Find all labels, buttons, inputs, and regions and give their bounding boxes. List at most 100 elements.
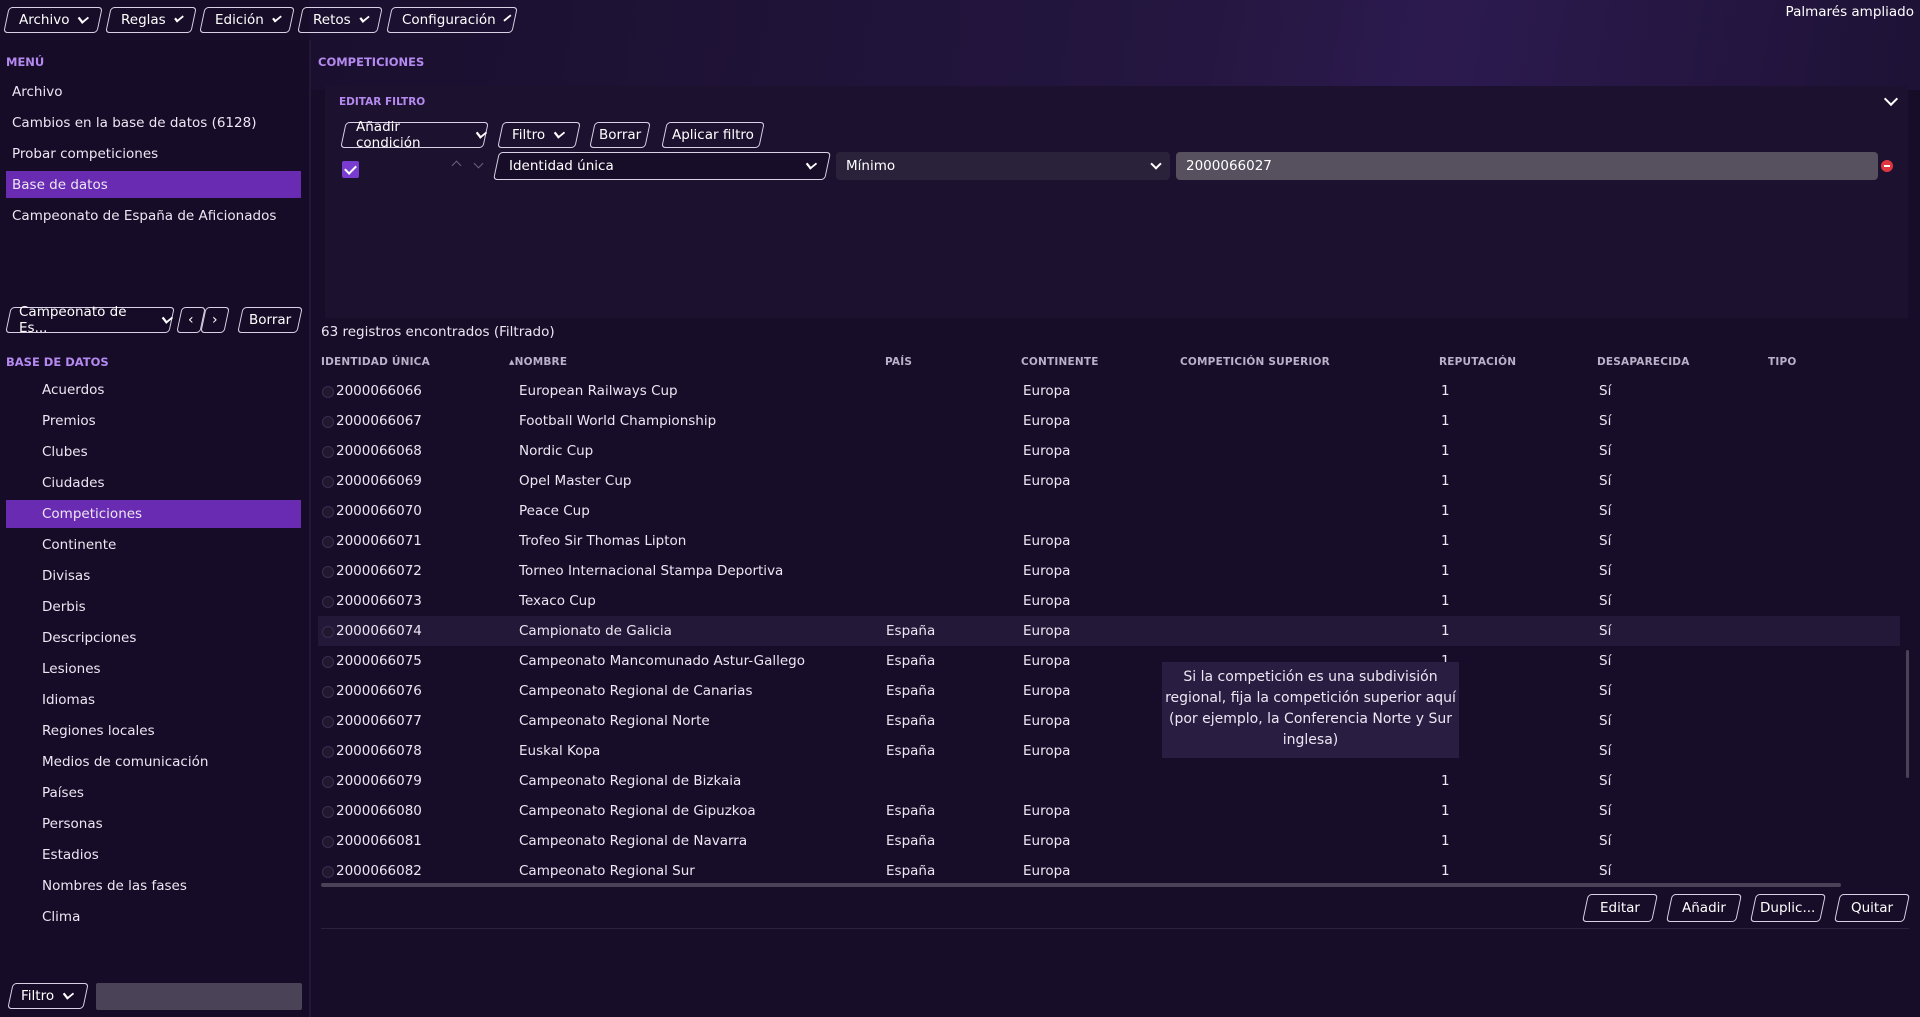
table-row[interactable]: 2000066077 Campeonato Regional Norte Españ…: [318, 706, 1900, 736]
remove-button[interactable]: Quitar: [1834, 894, 1910, 922]
db-item-continente[interactable]: Continente: [6, 531, 301, 559]
db-item-nombres-fases[interactable]: Nombres de las fases: [6, 872, 301, 900]
menu-edicion-button[interactable]: Edición: [199, 7, 295, 33]
table-row[interactable]: 2000066069 Opel Master Cup Europa 1 Sí: [318, 466, 1900, 496]
db-item-estadios[interactable]: Estadios: [6, 841, 301, 869]
table-row[interactable]: 2000066072 Torneo Internacional Stampa De…: [318, 556, 1900, 586]
db-item-descripciones[interactable]: Descripciones: [6, 624, 301, 652]
row-select-radio[interactable]: [322, 776, 334, 788]
table-row[interactable]: 2000066067 Football World Championship Eur…: [318, 406, 1900, 436]
add-condition-button[interactable]: Añadir condición: [340, 119, 489, 151]
nav-clear-button[interactable]: Borrar: [237, 307, 303, 333]
apply-filter-button[interactable]: Aplicar filtro: [661, 122, 765, 148]
col-header-competicion-superior[interactable]: COMPETICIÓN SUPERIOR: [1180, 356, 1330, 368]
cell-id: 2000066075: [336, 653, 422, 669]
table-row[interactable]: 2000066081 Campeonato Regional de Navarra…: [318, 826, 1900, 856]
cell-desaparecida: Sí: [1599, 833, 1612, 849]
db-item-competiciones[interactable]: Competiciones: [6, 500, 301, 528]
db-item-premios[interactable]: Premios: [6, 407, 301, 435]
col-header-pais[interactable]: PAÍS: [885, 356, 912, 368]
col-header-desaparecida[interactable]: DESAPARECIDA: [1597, 356, 1690, 368]
table-row[interactable]: 2000066076 Campeonato Regional de Canaria…: [318, 676, 1900, 706]
cell-continente: Europa: [1023, 473, 1071, 489]
row-select-radio[interactable]: [322, 476, 334, 488]
db-item-medios[interactable]: Medios de comunicación: [6, 748, 301, 776]
row-select-radio[interactable]: [322, 656, 334, 668]
menu-item-campeonato[interactable]: Campeonato de España de Aficionados: [6, 202, 301, 229]
cell-id: 2000066067: [336, 413, 422, 429]
row-select-radio[interactable]: [322, 626, 334, 638]
db-item-clubes[interactable]: Clubes: [6, 438, 301, 466]
db-item-regiones-locales[interactable]: Regiones locales: [6, 717, 301, 745]
horizontal-scrollbar[interactable]: [321, 883, 1841, 887]
row-select-radio[interactable]: [322, 416, 334, 428]
row-select-radio[interactable]: [322, 836, 334, 848]
competition-selector[interactable]: Campeonato de Es...: [5, 304, 175, 336]
col-header-id[interactable]: IDENTIDAD ÚNICA: [321, 356, 430, 368]
row-select-radio[interactable]: [322, 686, 334, 698]
row-select-radio[interactable]: [322, 386, 334, 398]
row-select-radio[interactable]: [322, 866, 334, 878]
row-select-radio[interactable]: [322, 566, 334, 578]
db-item-ciudades[interactable]: Ciudades: [6, 469, 301, 497]
db-item-idiomas[interactable]: Idiomas: [6, 686, 301, 714]
palmares-ampliado-link[interactable]: Palmarés ampliado: [1786, 4, 1914, 20]
condition-operator-select[interactable]: Mínimo: [836, 152, 1170, 180]
table-row[interactable]: 2000066082 Campeonato Regional Sur España E…: [318, 856, 1900, 886]
edit-button[interactable]: Editar: [1582, 894, 1658, 922]
cell-id: 2000066080: [336, 803, 422, 819]
table-row[interactable]: 2000066070 Peace Cup 1 Sí: [318, 496, 1900, 526]
db-item-lesiones[interactable]: Lesiones: [6, 655, 301, 683]
cell-id: 2000066072: [336, 563, 422, 579]
left-filter-dropdown[interactable]: Filtro: [7, 983, 89, 1009]
row-select-radio[interactable]: [322, 716, 334, 728]
condition-value-input[interactable]: 2000066027: [1176, 152, 1878, 180]
db-item-paises[interactable]: Países: [6, 779, 301, 807]
table-row[interactable]: 2000066079 Campeonato Regional de Bizkaia…: [318, 766, 1900, 796]
condition-checkbox[interactable]: [342, 161, 359, 178]
table-row[interactable]: 2000066073 Texaco Cup Europa 1 Sí: [318, 586, 1900, 616]
db-item-divisas[interactable]: Divisas: [6, 562, 301, 590]
row-select-radio[interactable]: [322, 596, 334, 608]
row-select-radio[interactable]: [322, 536, 334, 548]
competition-selector-value: Campeonato de Es...: [19, 304, 127, 336]
duplicate-button[interactable]: Duplic...: [1750, 894, 1826, 922]
remove-condition-icon[interactable]: [1881, 160, 1893, 172]
forward-button[interactable]: ›: [200, 307, 230, 333]
row-select-radio[interactable]: [322, 506, 334, 518]
menu-retos-button[interactable]: Retos: [297, 7, 383, 33]
menu-reglas-button[interactable]: Reglas: [105, 7, 197, 33]
db-item-personas[interactable]: Personas: [6, 810, 301, 838]
menu-item-cambios[interactable]: Cambios en la base de datos (6128): [6, 109, 301, 136]
col-header-reputacion[interactable]: REPUTACIÓN: [1439, 356, 1516, 368]
menu-item-base-de-datos[interactable]: Base de datos: [6, 171, 301, 198]
menu-item-archivo[interactable]: Archivo: [6, 78, 301, 105]
table-row[interactable]: 2000066075 Campeonato Mancomunado Astur-G…: [318, 646, 1900, 676]
row-select-radio[interactable]: [322, 746, 334, 758]
col-header-tipo[interactable]: TIPO: [1768, 356, 1797, 368]
db-item-clima[interactable]: Clima: [6, 903, 301, 931]
table-row[interactable]: 2000066074 Campionato de Galicia España Eur…: [318, 616, 1900, 646]
add-button[interactable]: Añadir: [1666, 894, 1742, 922]
table-row[interactable]: 2000066078Euskal KopaEspañaEuropa1Sí: [318, 736, 1900, 766]
table-row[interactable]: 2000066066 European Railways Cup Europa 1 Sí: [318, 376, 1900, 406]
menu-item-probar[interactable]: Probar competiciones: [6, 140, 301, 167]
left-filter-input[interactable]: [96, 983, 302, 1010]
condition-field-select[interactable]: Identidad única: [493, 152, 831, 180]
db-item-derbis[interactable]: Derbis: [6, 593, 301, 621]
table-row[interactable]: 2000066071 Trofeo Sir Thomas Lipton Europa…: [318, 526, 1900, 556]
collapse-chevron-icon[interactable]: [1883, 91, 1899, 107]
row-select-radio[interactable]: [322, 446, 334, 458]
vertical-scrollbar[interactable]: [1906, 650, 1909, 778]
menu-archivo-button[interactable]: Archivo: [3, 7, 103, 33]
table-row[interactable]: 2000066068 Nordic Cup Europa 1 Sí: [318, 436, 1900, 466]
row-select-radio[interactable]: [322, 806, 334, 818]
table-row[interactable]: 2000066080 Campeonato Regional de Gipuzko…: [318, 796, 1900, 826]
filter-clear-button[interactable]: Borrar: [589, 122, 651, 148]
col-header-continente[interactable]: CONTINENTE: [1021, 356, 1099, 368]
page-title: COMPETICIONES: [318, 55, 425, 69]
menu-configuracion-button[interactable]: Configuración: [386, 7, 518, 33]
db-item-acuerdos[interactable]: Acuerdos: [6, 376, 301, 404]
filter-dropdown-button[interactable]: Filtro: [497, 122, 581, 148]
col-header-nombre[interactable]: ▲NOMBRE: [509, 356, 567, 368]
